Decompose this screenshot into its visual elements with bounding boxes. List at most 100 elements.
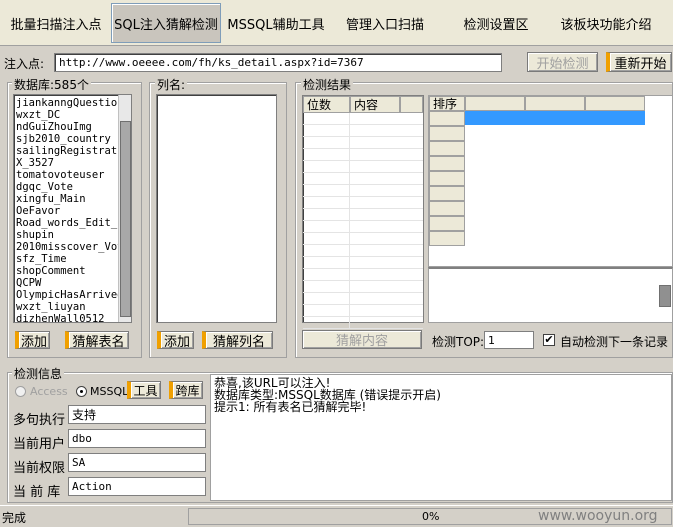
result-grid-row[interactable] (303, 197, 423, 209)
sort-row-header[interactable] (429, 126, 465, 141)
result-grid-row[interactable] (303, 137, 423, 149)
restart-button[interactable]: 重新开始 (606, 52, 672, 72)
sort-row-header[interactable] (429, 186, 465, 201)
result-grid-separator (349, 221, 350, 232)
sort-col-1 (465, 96, 525, 111)
tab-sql-injection[interactable]: SQL注入猜解检测 (111, 3, 221, 43)
sort-row-header[interactable] (429, 111, 465, 126)
guess-column-button[interactable]: 猜解列名 (202, 331, 273, 350)
result-grid-row[interactable] (303, 269, 423, 281)
tab-settings[interactable]: 检测设置区 (448, 3, 544, 43)
inject-url-input[interactable]: http://www.oeeee.com/fh/ks_detail.aspx?i… (54, 53, 502, 72)
top-input[interactable]: 1 (484, 331, 534, 349)
guess-content-button[interactable]: 猜解内容 (302, 330, 422, 349)
current-user-label: 当前用户 (13, 437, 66, 452)
result-grid-separator (349, 185, 350, 196)
multi-exec-field: 支持 (68, 405, 206, 424)
access-radio[interactable] (15, 386, 26, 397)
tab-batch-scan[interactable]: 批量扫描注入点 (4, 3, 108, 43)
log-area[interactable]: 恭喜,该URL可以注入! 数据库类型:MSSQL数据库 (错误提示开启) 提示1… (210, 374, 672, 501)
result-col-pos: 位数 (303, 96, 350, 113)
db-list-item[interactable]: sjb2010_country (16, 133, 118, 145)
col-list[interactable] (156, 94, 277, 323)
sort-selected-cell[interactable] (465, 111, 645, 125)
db-list-item[interactable]: OeFavor (16, 205, 118, 217)
mssql-radio[interactable] (76, 386, 87, 397)
db-list-item[interactable]: wxzt_DC (16, 109, 118, 121)
tab-mssql-tools[interactable]: MSSQL辅助工具 (226, 3, 326, 43)
cross-db-button[interactable]: 跨库 (169, 381, 203, 399)
status-bar: 完成 0% www.wooyun.org (0, 505, 673, 527)
sort-row-header[interactable] (429, 201, 465, 216)
db-list-item[interactable]: 2010misscover_Vot (16, 241, 118, 253)
result-grid-row[interactable] (303, 221, 423, 233)
db-list-item[interactable]: QCPW (16, 277, 118, 289)
sort-row-header[interactable] (429, 156, 465, 171)
result-grid-row[interactable] (303, 317, 423, 329)
result-grid-body (303, 113, 423, 329)
result-grid[interactable]: 位数 内容 (302, 95, 424, 329)
result-grid-separator (349, 305, 350, 316)
db-list-item[interactable]: sfz_Time (16, 253, 118, 265)
result-grid-separator (349, 269, 350, 280)
result-col-content: 内容 (350, 96, 400, 113)
result-grid-row[interactable] (303, 185, 423, 197)
result-grid-separator (349, 149, 350, 160)
db-list-item[interactable]: dgqc_Vote (16, 181, 118, 193)
tools-button[interactable]: 工具 (127, 381, 161, 399)
result-grid-row[interactable] (303, 257, 423, 269)
result-grid-row[interactable] (303, 233, 423, 245)
result-grid-separator (349, 245, 350, 256)
db-list-item[interactable]: wxzt_liuyan (16, 301, 118, 313)
db-list-item[interactable]: sailingRegistrati (16, 145, 118, 157)
sort-row-header[interactable] (429, 216, 465, 231)
result-grid-row[interactable] (303, 245, 423, 257)
current-user-field: dbo (68, 429, 206, 448)
result-grid-row[interactable] (303, 173, 423, 185)
db-list-item[interactable]: xingfu_Main (16, 193, 118, 205)
result-grid-separator (349, 113, 350, 124)
sort-row-header[interactable] (429, 231, 465, 246)
result-grid-row[interactable] (303, 281, 423, 293)
db-list-item[interactable]: ndGuiZhouImg (16, 121, 118, 133)
result-grid-separator (349, 161, 350, 172)
sort-grid[interactable]: 排序 (428, 95, 673, 267)
db-list-item[interactable]: tomatovoteuser (16, 169, 118, 181)
db-list-scrollbar[interactable] (118, 95, 131, 322)
access-label: Access (30, 385, 68, 398)
db-list[interactable]: jiankanngQuestion wxzt_DC ndGuiZhouImg sjb2… (13, 94, 132, 323)
sort-row-header[interactable] (429, 141, 465, 156)
col-panel-title: 列名: (155, 76, 188, 93)
db-list-item[interactable]: shupin (16, 229, 118, 241)
auto-next-checkbox[interactable]: ✔ (543, 334, 555, 346)
result-grid-row[interactable] (303, 161, 423, 173)
result-grid-separator (349, 209, 350, 220)
db-list-item[interactable]: OlympicHasArrived (16, 289, 118, 301)
multi-exec-label: 多句执行 (13, 413, 66, 428)
top-label: 检测TOP: (432, 335, 485, 349)
db-list-item[interactable]: shopComment (16, 265, 118, 277)
tab-help[interactable]: 该板块功能介绍 (552, 3, 660, 43)
db-add-button[interactable]: 添加 (15, 331, 50, 350)
sort-row-header[interactable] (429, 171, 465, 186)
db-list-item[interactable]: X_3527 (16, 157, 118, 169)
result-grid-row[interactable] (303, 305, 423, 317)
result-grid-row[interactable] (303, 149, 423, 161)
result-grid-separator (349, 233, 350, 244)
db-list-item[interactable]: dizhenWall0512 (16, 313, 118, 322)
result-grid-row[interactable] (303, 125, 423, 137)
sort-scroll-thumb[interactable] (659, 285, 671, 307)
result-grid-row[interactable] (303, 209, 423, 221)
result-grid-row[interactable] (303, 293, 423, 305)
result-grid-row[interactable] (303, 113, 423, 125)
start-detect-button[interactable]: 开始检测 (527, 52, 598, 72)
db-list-scroll-thumb[interactable] (120, 121, 131, 317)
db-list-item[interactable]: jiankanngQuestion (16, 97, 118, 109)
db-list-item[interactable]: Road_words_Edit_ (16, 217, 118, 229)
col-add-button[interactable]: 添加 (157, 331, 194, 350)
current-db-label: 当 前 库 (13, 485, 61, 500)
guess-table-button[interactable]: 猜解表名 (65, 331, 129, 350)
tab-admin-scan[interactable]: 管理入口扫描 (334, 3, 436, 43)
current-db-field: Action (68, 477, 206, 496)
mssql-label: MSSQL (90, 385, 129, 398)
